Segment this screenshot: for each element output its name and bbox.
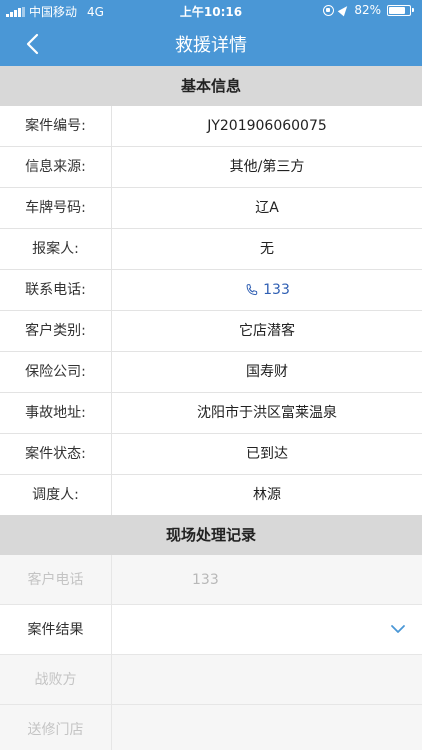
field-label: 战败方 xyxy=(0,655,112,704)
row-case-status: 案件状态: 已到达 xyxy=(0,434,422,475)
field-label: 送修门店 xyxy=(0,705,112,750)
row-label: 客户类别: xyxy=(0,311,112,351)
row-value: 它店潜客 xyxy=(239,323,295,339)
row-insurer: 保险公司: 国寿财 xyxy=(0,352,422,393)
row-info-source: 信息来源: 其他/第三方 xyxy=(0,147,422,188)
phone-link[interactable]: 133 xyxy=(244,270,290,310)
field-label: 客户电话 xyxy=(0,555,112,604)
row-accident-address: 事故地址: 沈阳市于洪区富莱温泉 xyxy=(0,393,422,434)
phone-icon xyxy=(246,283,258,295)
row-label: 保险公司: xyxy=(0,352,112,392)
nav-bar: 救援详情 xyxy=(0,22,422,66)
row-contact-phone: 联系电话: 133 xyxy=(0,270,422,311)
row-value: 林源 xyxy=(253,487,281,503)
row-value: 133 xyxy=(112,270,422,310)
battery-icon xyxy=(387,4,414,16)
row-label: 调度人: xyxy=(0,475,112,515)
field-case-result[interactable]: 案件结果 xyxy=(0,605,422,655)
row-label: 事故地址: xyxy=(0,393,112,433)
chevron-down-icon[interactable] xyxy=(390,623,406,635)
row-value: 其他/第三方 xyxy=(229,159,305,175)
row-value: JY201906060075 xyxy=(207,118,327,134)
location-icon xyxy=(338,3,351,17)
section-basic-info: 基本信息 xyxy=(0,66,422,106)
row-value: 国寿财 xyxy=(246,364,288,380)
field-label: 案件结果 xyxy=(0,605,112,654)
header-bar: 中国移动 4G 上午10:16 82% 救援详情 xyxy=(0,0,422,66)
repair-shop-value xyxy=(112,705,422,750)
row-value: 已到达 xyxy=(246,446,288,462)
page-title: 救援详情 xyxy=(175,35,247,56)
section-onsite-record: 现场处理记录 xyxy=(0,515,422,555)
row-label: 信息来源: xyxy=(0,147,112,187)
row-label: 报案人: xyxy=(0,229,112,269)
row-customer-type: 客户类别: 它店潜客 xyxy=(0,311,422,352)
phone-number: 133 xyxy=(263,282,290,298)
row-dispatcher: 调度人: 林源 xyxy=(0,475,422,516)
row-value: 沈阳市于洪区富莱温泉 xyxy=(197,405,337,421)
row-value: 辽A xyxy=(255,200,279,216)
status-bar: 中国移动 4G 上午10:16 82% xyxy=(0,0,422,22)
field-losing-party: 战败方 xyxy=(0,655,422,705)
row-case-number: 案件编号: JY201906060075 xyxy=(0,106,422,147)
row-label: 案件状态: xyxy=(0,434,112,474)
losing-party-value xyxy=(112,655,422,704)
row-label: 联系电话: xyxy=(0,270,112,310)
customer-phone-value: 133 xyxy=(192,572,219,588)
rotation-lock-icon xyxy=(323,4,335,16)
row-label: 车牌号码: xyxy=(0,188,112,228)
battery-percent: 82% xyxy=(354,3,381,17)
case-result-select[interactable] xyxy=(112,605,422,654)
row-reporter: 报案人: 无 xyxy=(0,229,422,270)
field-repair-shop: 送修门店 xyxy=(0,705,422,750)
row-value: 无 xyxy=(260,241,274,257)
row-label: 案件编号: xyxy=(0,106,112,146)
row-plate-number: 车牌号码: 辽A xyxy=(0,188,422,229)
field-customer-phone: 客户电话 133 xyxy=(0,555,422,605)
